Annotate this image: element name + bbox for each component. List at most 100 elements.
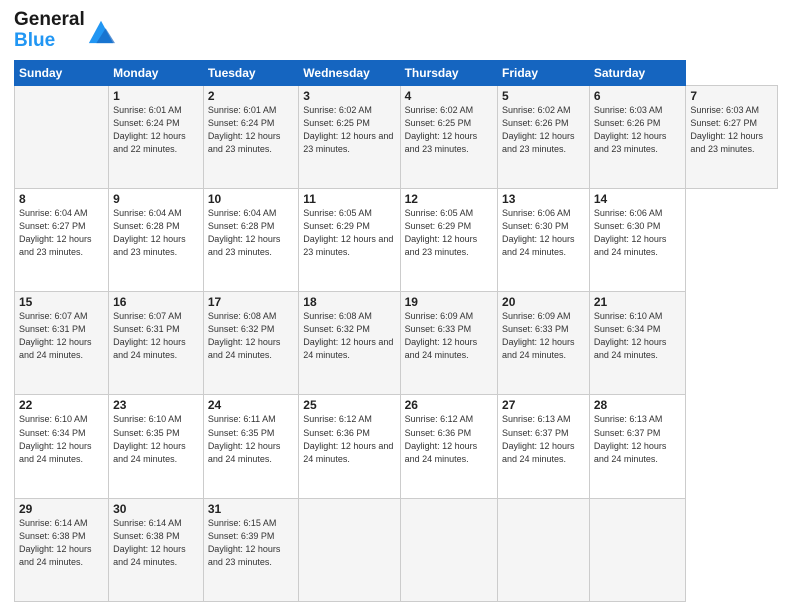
header: General Blue <box>14 10 778 52</box>
calendar-table: SundayMondayTuesdayWednesdayThursdayFrid… <box>14 60 778 602</box>
calendar-cell: 15 Sunrise: 6:07 AM Sunset: 6:31 PM Dayl… <box>15 292 109 395</box>
day-info: Sunrise: 6:13 AM Sunset: 6:37 PM Dayligh… <box>502 414 575 463</box>
calendar-cell: 5 Sunrise: 6:02 AM Sunset: 6:26 PM Dayli… <box>498 85 590 188</box>
day-info: Sunrise: 6:05 AM Sunset: 6:29 PM Dayligh… <box>303 208 393 257</box>
day-number: 22 <box>19 398 104 412</box>
day-number: 3 <box>303 89 395 103</box>
day-info: Sunrise: 6:10 AM Sunset: 6:34 PM Dayligh… <box>19 414 92 463</box>
day-info: Sunrise: 6:03 AM Sunset: 6:27 PM Dayligh… <box>690 105 763 154</box>
day-info: Sunrise: 6:04 AM Sunset: 6:27 PM Dayligh… <box>19 208 92 257</box>
calendar-cell <box>498 498 590 601</box>
day-number: 14 <box>594 192 682 206</box>
day-number: 20 <box>502 295 585 309</box>
day-number: 28 <box>594 398 682 412</box>
day-info: Sunrise: 6:04 AM Sunset: 6:28 PM Dayligh… <box>208 208 281 257</box>
day-number: 29 <box>19 502 104 516</box>
day-number: 10 <box>208 192 294 206</box>
day-number: 13 <box>502 192 585 206</box>
day-info: Sunrise: 6:08 AM Sunset: 6:32 PM Dayligh… <box>208 311 281 360</box>
day-info: Sunrise: 6:01 AM Sunset: 6:24 PM Dayligh… <box>208 105 281 154</box>
calendar-cell: 23 Sunrise: 6:10 AM Sunset: 6:35 PM Dayl… <box>109 395 204 498</box>
calendar-cell <box>589 498 686 601</box>
day-info: Sunrise: 6:09 AM Sunset: 6:33 PM Dayligh… <box>405 311 478 360</box>
calendar-cell: 25 Sunrise: 6:12 AM Sunset: 6:36 PM Dayl… <box>299 395 400 498</box>
days-of-week-row: SundayMondayTuesdayWednesdayThursdayFrid… <box>15 60 778 85</box>
day-number: 8 <box>19 192 104 206</box>
calendar-cell: 24 Sunrise: 6:11 AM Sunset: 6:35 PM Dayl… <box>203 395 298 498</box>
calendar-cell: 21 Sunrise: 6:10 AM Sunset: 6:34 PM Dayl… <box>589 292 686 395</box>
calendar-body: 1 Sunrise: 6:01 AM Sunset: 6:24 PM Dayli… <box>15 85 778 601</box>
day-number: 17 <box>208 295 294 309</box>
calendar-cell: 6 Sunrise: 6:03 AM Sunset: 6:26 PM Dayli… <box>589 85 686 188</box>
day-number: 11 <box>303 192 395 206</box>
day-info: Sunrise: 6:10 AM Sunset: 6:35 PM Dayligh… <box>113 414 186 463</box>
dow-header-tuesday: Tuesday <box>203 60 298 85</box>
day-info: Sunrise: 6:07 AM Sunset: 6:31 PM Dayligh… <box>113 311 186 360</box>
calendar-cell: 18 Sunrise: 6:08 AM Sunset: 6:32 PM Dayl… <box>299 292 400 395</box>
day-number: 23 <box>113 398 199 412</box>
calendar-cell <box>400 498 497 601</box>
day-info: Sunrise: 6:11 AM Sunset: 6:35 PM Dayligh… <box>208 414 281 463</box>
day-number: 7 <box>690 89 773 103</box>
day-number: 25 <box>303 398 395 412</box>
day-number: 21 <box>594 295 682 309</box>
calendar-cell: 4 Sunrise: 6:02 AM Sunset: 6:25 PM Dayli… <box>400 85 497 188</box>
calendar-cell: 27 Sunrise: 6:13 AM Sunset: 6:37 PM Dayl… <box>498 395 590 498</box>
day-number: 2 <box>208 89 294 103</box>
day-info: Sunrise: 6:03 AM Sunset: 6:26 PM Dayligh… <box>594 105 667 154</box>
day-info: Sunrise: 6:12 AM Sunset: 6:36 PM Dayligh… <box>303 414 393 463</box>
calendar-cell: 1 Sunrise: 6:01 AM Sunset: 6:24 PM Dayli… <box>109 85 204 188</box>
day-number: 18 <box>303 295 395 309</box>
day-number: 26 <box>405 398 493 412</box>
week-row-4: 22 Sunrise: 6:10 AM Sunset: 6:34 PM Dayl… <box>15 395 778 498</box>
calendar-cell <box>15 85 109 188</box>
day-info: Sunrise: 6:14 AM Sunset: 6:38 PM Dayligh… <box>113 518 186 567</box>
day-info: Sunrise: 6:01 AM Sunset: 6:24 PM Dayligh… <box>113 105 186 154</box>
day-number: 4 <box>405 89 493 103</box>
dow-header-saturday: Saturday <box>589 60 686 85</box>
day-number: 15 <box>19 295 104 309</box>
calendar-cell: 31 Sunrise: 6:15 AM Sunset: 6:39 PM Dayl… <box>203 498 298 601</box>
calendar-cell: 7 Sunrise: 6:03 AM Sunset: 6:27 PM Dayli… <box>686 85 778 188</box>
calendar-cell: 17 Sunrise: 6:08 AM Sunset: 6:32 PM Dayl… <box>203 292 298 395</box>
day-number: 5 <box>502 89 585 103</box>
day-info: Sunrise: 6:06 AM Sunset: 6:30 PM Dayligh… <box>594 208 667 257</box>
calendar-cell: 28 Sunrise: 6:13 AM Sunset: 6:37 PM Dayl… <box>589 395 686 498</box>
calendar-cell: 9 Sunrise: 6:04 AM Sunset: 6:28 PM Dayli… <box>109 189 204 292</box>
day-info: Sunrise: 6:02 AM Sunset: 6:25 PM Dayligh… <box>405 105 478 154</box>
day-number: 27 <box>502 398 585 412</box>
day-info: Sunrise: 6:13 AM Sunset: 6:37 PM Dayligh… <box>594 414 667 463</box>
day-info: Sunrise: 6:07 AM Sunset: 6:31 PM Dayligh… <box>19 311 92 360</box>
day-number: 19 <box>405 295 493 309</box>
calendar-cell: 10 Sunrise: 6:04 AM Sunset: 6:28 PM Dayl… <box>203 189 298 292</box>
day-info: Sunrise: 6:02 AM Sunset: 6:25 PM Dayligh… <box>303 105 393 154</box>
logo: General Blue <box>14 10 115 52</box>
calendar-cell: 29 Sunrise: 6:14 AM Sunset: 6:38 PM Dayl… <box>15 498 109 601</box>
calendar-cell: 26 Sunrise: 6:12 AM Sunset: 6:36 PM Dayl… <box>400 395 497 498</box>
day-number: 6 <box>594 89 682 103</box>
day-info: Sunrise: 6:10 AM Sunset: 6:34 PM Dayligh… <box>594 311 667 360</box>
calendar-cell: 8 Sunrise: 6:04 AM Sunset: 6:27 PM Dayli… <box>15 189 109 292</box>
logo-general: General <box>14 9 85 30</box>
logo-icon <box>87 17 115 45</box>
day-info: Sunrise: 6:06 AM Sunset: 6:30 PM Dayligh… <box>502 208 575 257</box>
calendar-cell: 13 Sunrise: 6:06 AM Sunset: 6:30 PM Dayl… <box>498 189 590 292</box>
day-info: Sunrise: 6:08 AM Sunset: 6:32 PM Dayligh… <box>303 311 393 360</box>
day-number: 30 <box>113 502 199 516</box>
dow-header-thursday: Thursday <box>400 60 497 85</box>
day-info: Sunrise: 6:04 AM Sunset: 6:28 PM Dayligh… <box>113 208 186 257</box>
calendar-cell <box>299 498 400 601</box>
day-number: 9 <box>113 192 199 206</box>
day-number: 16 <box>113 295 199 309</box>
day-number: 31 <box>208 502 294 516</box>
day-number: 24 <box>208 398 294 412</box>
day-info: Sunrise: 6:12 AM Sunset: 6:36 PM Dayligh… <box>405 414 478 463</box>
logo-blue: Blue <box>14 31 85 52</box>
calendar-cell: 20 Sunrise: 6:09 AM Sunset: 6:33 PM Dayl… <box>498 292 590 395</box>
day-info: Sunrise: 6:14 AM Sunset: 6:38 PM Dayligh… <box>19 518 92 567</box>
page: General Blue SundayMondayTuesdayWednesda… <box>0 0 792 612</box>
calendar-cell: 2 Sunrise: 6:01 AM Sunset: 6:24 PM Dayli… <box>203 85 298 188</box>
day-number: 1 <box>113 89 199 103</box>
calendar-cell: 14 Sunrise: 6:06 AM Sunset: 6:30 PM Dayl… <box>589 189 686 292</box>
week-row-5: 29 Sunrise: 6:14 AM Sunset: 6:38 PM Dayl… <box>15 498 778 601</box>
